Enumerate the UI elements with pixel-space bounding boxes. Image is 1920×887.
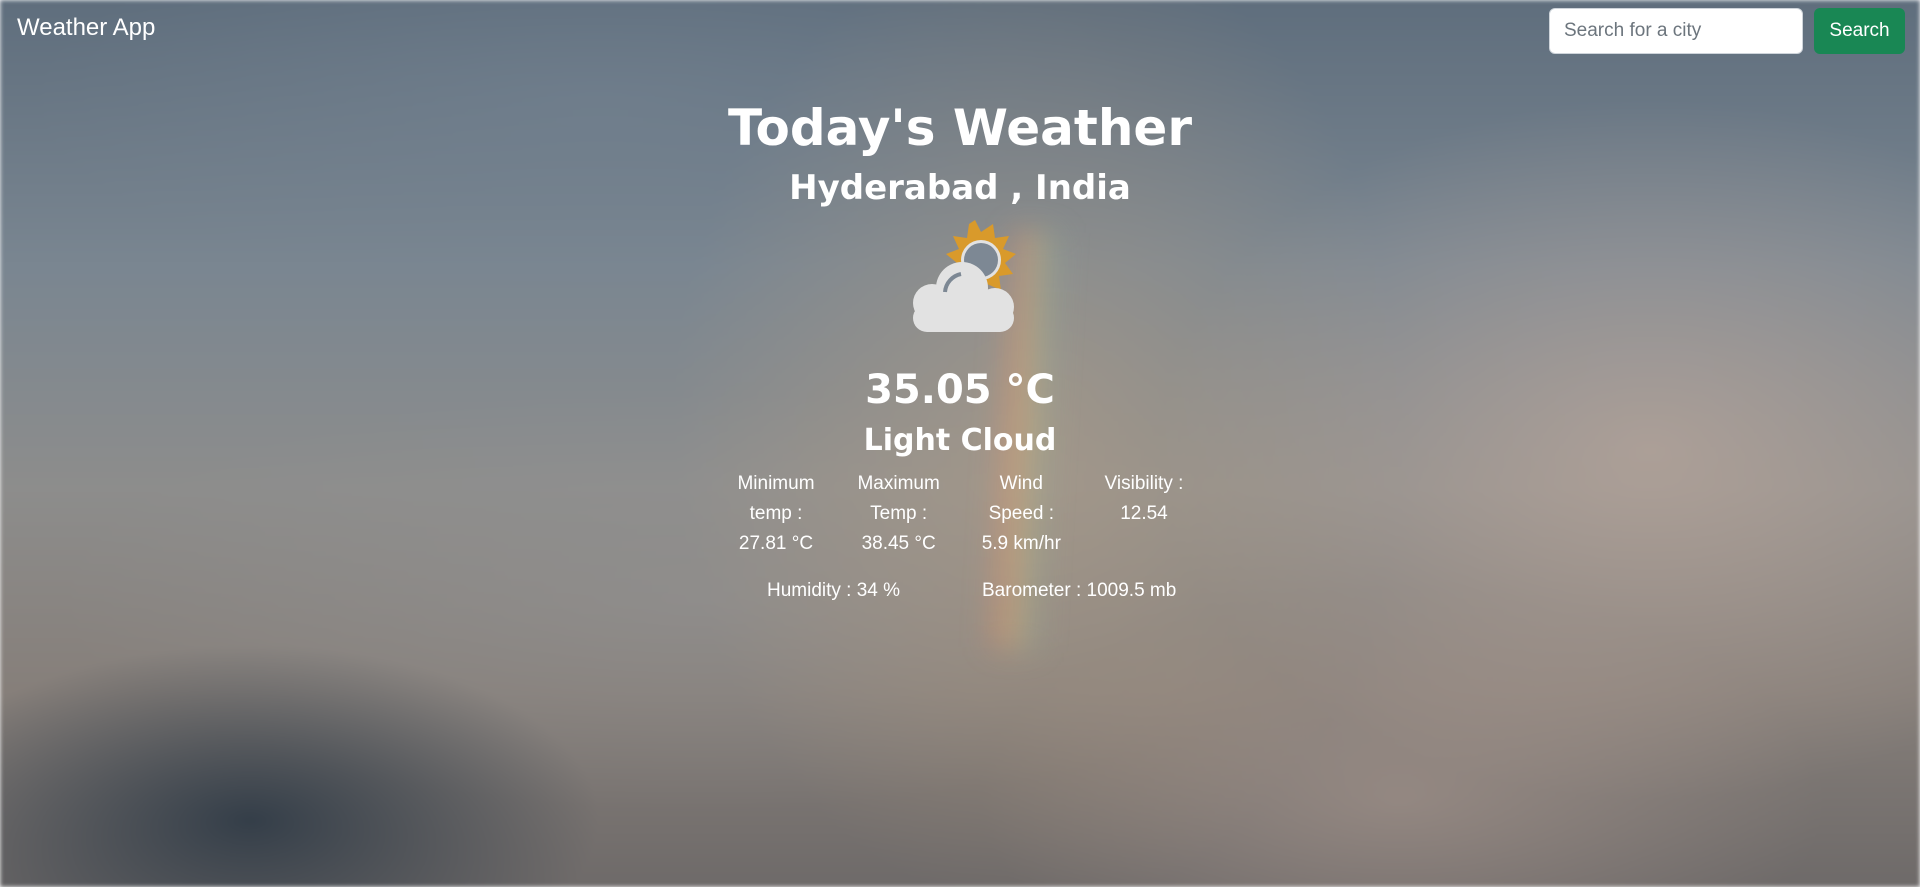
wind-speed-stat: Wind Speed : 5.9 km/hr	[960, 469, 1082, 559]
brand-title[interactable]: Weather App	[17, 14, 155, 42]
weather-stats: Minimum temp : 27.81 °C Maximum Temp : 3…	[715, 469, 1205, 559]
navbar: Weather App Search	[0, 0, 1920, 62]
partly-cloudy-icon	[913, 220, 1016, 332]
stat-label: Maximum	[857, 473, 940, 494]
stat-value: 12.54	[1120, 503, 1168, 524]
weather-condition: Light Cloud	[863, 423, 1057, 458]
search-button[interactable]: Search	[1814, 8, 1905, 54]
visibility-stat: Visibility : 12.54	[1083, 469, 1205, 559]
max-temp-stat: Maximum Temp : 38.45 °C	[838, 469, 960, 559]
page-title: Today's Weather	[728, 99, 1192, 157]
search-input[interactable]	[1549, 8, 1803, 54]
extra-stats: Humidity : 34 % Barometer : 1009.5 mb	[0, 580, 1920, 610]
stat-label: temp :	[749, 503, 803, 524]
stat-label: Wind	[999, 473, 1043, 494]
min-temp-stat: Minimum temp : 27.81 °C	[715, 469, 837, 559]
humidity-value: Humidity : 34 %	[767, 580, 901, 601]
stat-label: Minimum	[737, 473, 815, 494]
stat-label: Speed :	[988, 503, 1055, 524]
stat-value: 27.81 °C	[738, 533, 814, 554]
stat-label: Temp :	[870, 503, 928, 524]
stat-value: 5.9 km/hr	[981, 533, 1061, 554]
barometer-value: Barometer : 1009.5 mb	[982, 580, 1177, 601]
stat-value: 38.45 °C	[861, 533, 936, 554]
temperature: 35.05 °C	[865, 367, 1055, 413]
location-name: Hyderabad , India	[789, 168, 1131, 208]
stat-label: Visibility :	[1104, 473, 1184, 494]
